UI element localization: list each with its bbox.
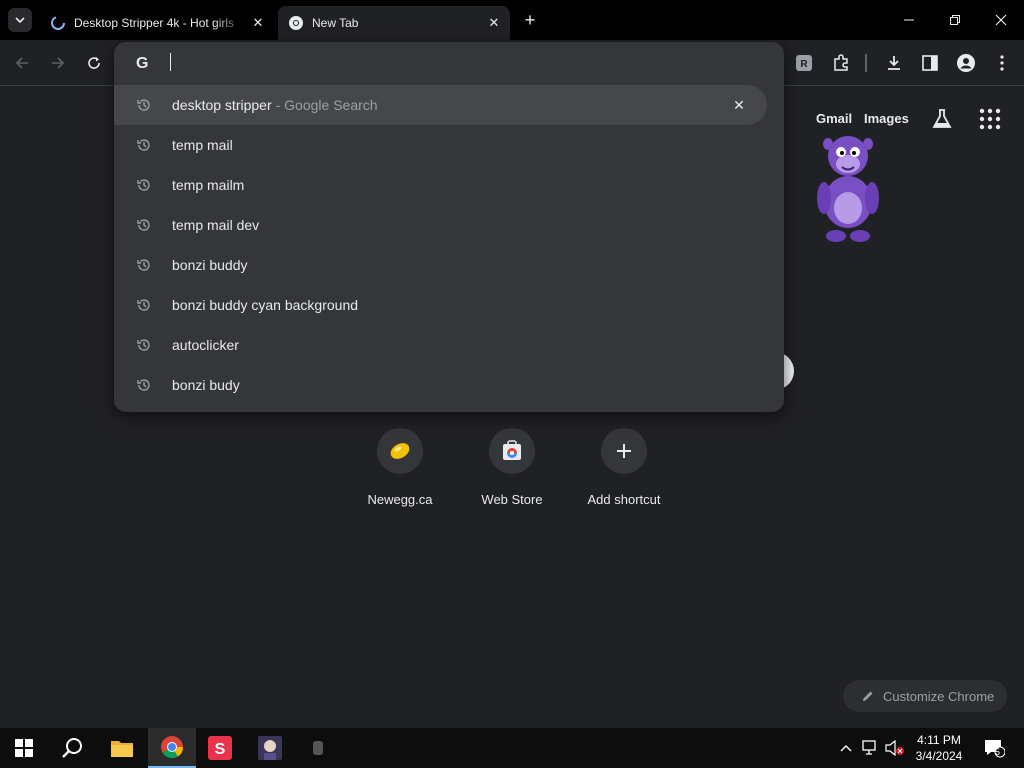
notification-center-icon[interactable]: 5 <box>978 728 1010 768</box>
file-explorer-folder-icon[interactable] <box>98 728 146 768</box>
tray-chevron-up-icon[interactable] <box>836 728 856 768</box>
shortcut-icon-circle <box>601 428 647 474</box>
suggestion-text: temp mail dev <box>172 217 260 233</box>
network-icon[interactable] <box>860 728 882 768</box>
suggestion-text: temp mail <box>172 137 233 153</box>
anime-avatar-app-icon[interactable] <box>246 728 294 768</box>
history-clock-icon <box>137 339 150 351</box>
address-bar-input[interactable] <box>170 48 730 78</box>
kebab-menu-icon[interactable] <box>990 51 1014 75</box>
profile-avatar-icon[interactable] <box>954 51 978 75</box>
omnibox-dropdown: G desktop stripper - Google Search ✕ tem… <box>114 42 784 412</box>
tab-search-button[interactable] <box>8 8 32 32</box>
google-g-icon: G <box>136 55 149 72</box>
suggestion-row[interactable]: bonzi budy <box>114 365 784 405</box>
tab-title: Desktop Stripper 4k - Hot girls <box>74 16 235 30</box>
suggestion-row[interactable]: temp mail <box>114 125 784 165</box>
side-panel-icon[interactable] <box>918 51 942 75</box>
suggestion-text: bonzi buddy <box>172 257 248 273</box>
shortcut-label: Add shortcut <box>587 492 661 507</box>
volume-muted-icon[interactable] <box>884 728 906 768</box>
gmail-link[interactable]: Gmail <box>816 111 852 126</box>
tab-strip: Desktop Stripper 4k - Hot girls ✕ New Ta… <box>0 0 1024 40</box>
suggestion-row[interactable]: autoclicker <box>114 325 784 365</box>
shortcut-web-store[interactable]: Web Store <box>456 428 568 512</box>
chrome-icon <box>289 16 303 30</box>
notification-count-badge: 5 <box>995 747 1001 757</box>
suggestion-row[interactable]: temp mailm <box>114 165 784 205</box>
history-clock-icon <box>137 179 150 191</box>
shortcut-newegg[interactable]: Newegg.ca <box>344 428 456 512</box>
web-store-icon <box>503 440 521 460</box>
images-link[interactable]: Images <box>864 111 909 126</box>
suggestion-row[interactable]: bonzi buddy <box>114 245 784 285</box>
tab-desktop-stripper[interactable]: Desktop Stripper 4k - Hot girls ✕ <box>40 6 274 40</box>
chrome-taskbar-icon[interactable] <box>148 728 196 768</box>
loading-favicon-icon <box>51 16 65 30</box>
back-arrow-icon[interactable] <box>10 51 34 75</box>
window-close-icon[interactable] <box>978 6 1024 34</box>
restore-icon[interactable] <box>932 6 978 34</box>
minimize-icon[interactable] <box>886 6 932 34</box>
history-clock-icon <box>137 379 150 391</box>
plus-icon <box>617 444 631 458</box>
google-apps-grid-icon[interactable] <box>979 108 1001 130</box>
tab-title: New Tab <box>312 16 359 30</box>
suggestion-text: temp mailm <box>172 177 245 193</box>
clock-time: 4:11 PM <box>917 733 961 747</box>
suggestion-description: - Google Search <box>275 97 378 113</box>
red-app-s-icon[interactable]: S <box>196 728 244 768</box>
suggestion-text: bonzi buddy cyan background <box>172 297 359 313</box>
shortcut-label: Web Store <box>481 492 543 507</box>
purple-gorilla-mascot-image <box>817 136 879 242</box>
suggestion-text: bonzi budy <box>172 377 240 393</box>
suggestion-row[interactable]: bonzi buddy cyan background <box>114 285 784 325</box>
close-tab-icon[interactable]: ✕ <box>248 13 268 33</box>
history-clock-icon <box>137 139 150 151</box>
shortcut-label: Newegg.ca <box>367 492 433 507</box>
start-windows-icon[interactable] <box>0 728 48 768</box>
newegg-egg-icon <box>390 443 410 459</box>
search-icon[interactable] <box>48 728 96 768</box>
system-clock[interactable]: 4:11 PM 3/4/2024 <box>904 732 974 764</box>
extensions-puzzle-icon[interactable] <box>829 51 853 75</box>
text-caret <box>170 53 171 71</box>
suggestion-row[interactable]: temp mail dev <box>114 205 784 245</box>
shortcut-add[interactable]: Add shortcut <box>568 428 680 512</box>
history-clock-icon <box>137 99 150 111</box>
new-tab-plus-icon[interactable]: + <box>518 8 542 32</box>
suggestion-text: autoclicker <box>172 337 239 353</box>
history-clock-icon <box>137 299 150 311</box>
suggestion-row[interactable]: desktop stripper - Google Search ✕ <box>114 85 767 125</box>
extension-r-icon[interactable]: R <box>792 51 816 75</box>
pencil-icon <box>863 691 873 701</box>
tab-new-tab[interactable]: New Tab ✕ <box>278 6 510 40</box>
labs-flask-icon[interactable] <box>930 107 954 131</box>
shortcut-icon-circle <box>489 428 535 474</box>
windows-taskbar: S 4:11 PM 3/4/2024 5 <box>0 728 1024 768</box>
suggestion-text: desktop stripper <box>172 97 272 113</box>
customize-chrome-button[interactable]: Customize Chrome <box>843 680 1007 712</box>
close-tab-icon[interactable]: ✕ <box>484 13 504 33</box>
remove-suggestion-icon[interactable]: ✕ <box>729 95 749 115</box>
customize-label: Customize Chrome <box>883 688 995 704</box>
clock-date: 3/4/2024 <box>915 749 963 763</box>
download-icon[interactable] <box>882 51 906 75</box>
forward-arrow-icon[interactable] <box>46 51 70 75</box>
history-clock-icon <box>137 219 150 231</box>
chevron-down-icon <box>15 17 25 24</box>
toolbar-divider <box>865 54 867 72</box>
svg-text:S: S <box>215 741 226 758</box>
history-clock-icon <box>137 259 150 271</box>
svg-text:R: R <box>800 59 808 70</box>
dim-app-icon[interactable] <box>294 728 342 768</box>
reload-icon[interactable] <box>82 51 106 75</box>
shortcut-icon-circle <box>377 428 423 474</box>
